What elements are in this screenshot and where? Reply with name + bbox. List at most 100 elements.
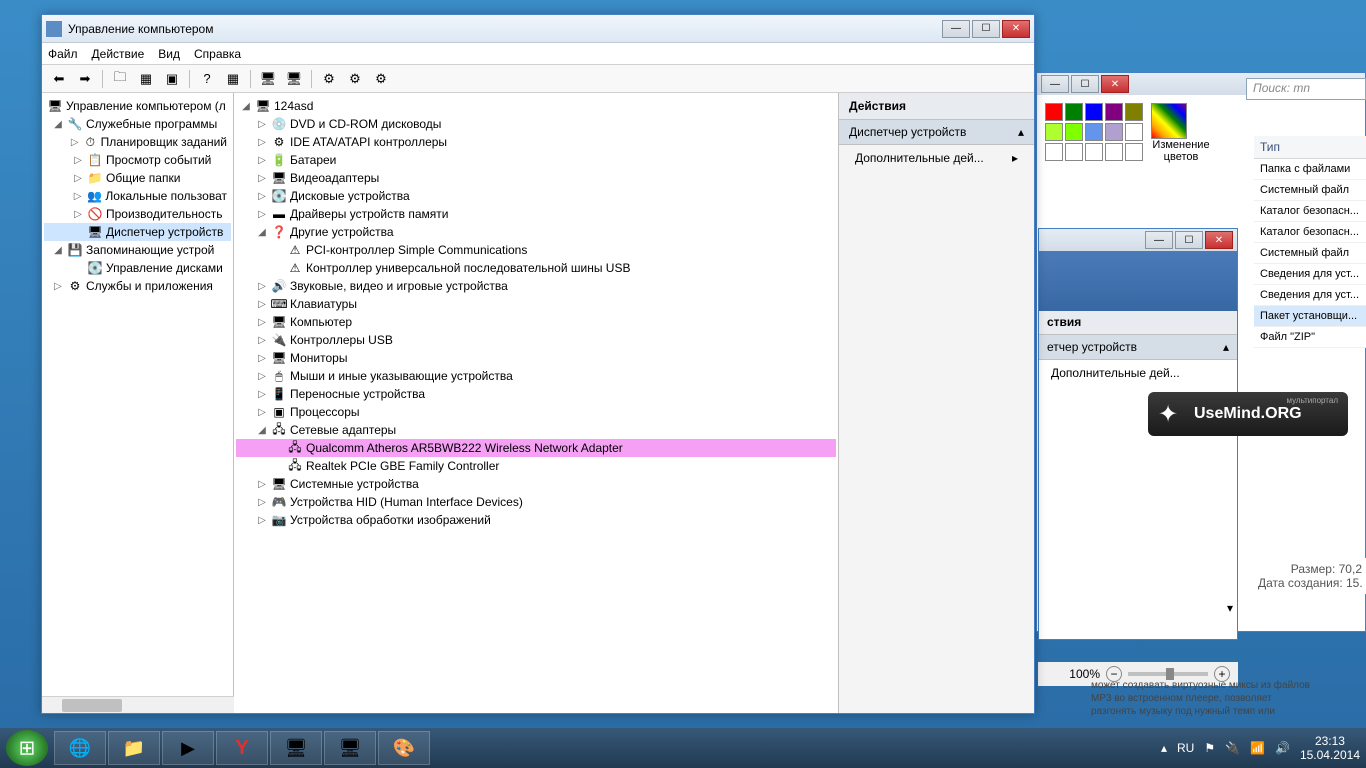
forward-button[interactable]: ➡ [74, 68, 96, 90]
expand-icon[interactable]: ▷ [256, 173, 268, 184]
help-button[interactable]: ? [196, 68, 218, 90]
color-swatch[interactable] [1085, 123, 1103, 141]
expand-icon[interactable]: ▷ [256, 479, 268, 490]
power-icon[interactable]: 🔌 [1225, 741, 1240, 755]
action-center-icon[interactable]: ⚑ [1204, 741, 1215, 755]
color-swatch[interactable] [1085, 103, 1103, 121]
expand-icon[interactable]: ▷ [256, 407, 268, 418]
task-explorer[interactable]: 📁 [108, 731, 160, 765]
device-category[interactable]: ▷⚙IDE ATA/ATAPI контроллеры [236, 133, 836, 151]
color-swatch[interactable] [1125, 123, 1143, 141]
list-item[interactable]: Системный файл [1254, 243, 1366, 264]
actions-device-manager[interactable]: Диспетчер устройств ▴ [839, 120, 1034, 145]
color-swatch[interactable] [1085, 143, 1103, 161]
scan-button[interactable]: 🖥 [257, 68, 279, 90]
color-swatch[interactable] [1105, 143, 1123, 161]
device-item[interactable]: ⚠Контроллер универсальной последовательн… [236, 259, 836, 277]
device-root[interactable]: ◢🖥124asd [236, 97, 836, 115]
tree-root[interactable]: 🖥Управление компьютером (л [44, 97, 231, 115]
expand-icon[interactable]: ▷ [256, 281, 268, 292]
expand-icon[interactable]: ▷ [256, 353, 268, 364]
device-category[interactable]: ▷⌨Клавиатуры [236, 295, 836, 313]
network-tray-icon[interactable]: 📶 [1250, 741, 1265, 755]
collapse-icon[interactable]: ◢ [52, 119, 64, 130]
minimize-button[interactable]: — [1145, 231, 1173, 249]
search-input[interactable]: Поиск: mn [1246, 78, 1366, 100]
tree-apps[interactable]: ▷⚙Службы и приложения [44, 277, 231, 295]
collapse-icon[interactable]: ◢ [52, 245, 64, 256]
properties-button[interactable]: ▣ [161, 68, 183, 90]
chevron-down-icon[interactable]: ▾ [1227, 601, 1233, 615]
device-category[interactable]: ▷🖱Мыши и иные указывающие устройства [236, 367, 836, 385]
bg2-more-actions[interactable]: Дополнительные дей... [1039, 360, 1237, 386]
titlebar[interactable]: Управление компьютером — ☐ ✕ [42, 15, 1034, 43]
close-button[interactable]: ✕ [1002, 20, 1030, 38]
expand-icon[interactable]: ▷ [69, 137, 80, 148]
menu-file[interactable]: Файл [48, 47, 78, 61]
device-category[interactable]: ▷🔋Батареи [236, 151, 836, 169]
list-item[interactable]: Каталог безопасн... [1254, 201, 1366, 222]
close-button[interactable]: ✕ [1101, 75, 1129, 93]
edit-colors-button[interactable]: Изменение цветов [1151, 103, 1211, 163]
device-category-other[interactable]: ◢❓Другие устройства [236, 223, 836, 241]
color-swatch[interactable] [1065, 143, 1083, 161]
device-category[interactable]: ▷🖥Видеоадаптеры [236, 169, 836, 187]
color-swatch[interactable] [1045, 123, 1063, 141]
tree-item[interactable]: ▷📋Просмотр событий [44, 151, 231, 169]
menu-help[interactable]: Справка [194, 47, 241, 61]
color-swatch[interactable] [1045, 103, 1063, 121]
device-category[interactable]: ▷🔌Контроллеры USB [236, 331, 836, 349]
expand-icon[interactable]: ▷ [72, 173, 84, 184]
start-button[interactable] [6, 730, 48, 766]
expand-icon[interactable]: ▷ [256, 155, 268, 166]
horizontal-scrollbar[interactable] [42, 696, 234, 713]
expand-icon[interactable]: ▷ [256, 497, 268, 508]
expand-icon[interactable]: ▷ [256, 371, 268, 382]
device-category[interactable]: ▷🖥Мониторы [236, 349, 836, 367]
menu-view[interactable]: Вид [158, 47, 180, 61]
device-category[interactable]: ▷▬Драйверы устройств памяти [236, 205, 836, 223]
device-category[interactable]: ▷💽Дисковые устройства [236, 187, 836, 205]
task-yandex[interactable]: Y [216, 731, 268, 765]
expand-icon[interactable]: ▷ [256, 209, 268, 220]
device-category-network[interactable]: ◢🖧Сетевые адаптеры [236, 421, 836, 439]
tree-item[interactable]: 💽Управление дисками [44, 259, 231, 277]
device-category[interactable]: ▷📱Переносные устройства [236, 385, 836, 403]
up-button[interactable]: 🗀 [109, 68, 131, 90]
tool-button[interactable]: ⚙ [318, 68, 340, 90]
color-swatch[interactable] [1105, 103, 1123, 121]
refresh-button[interactable]: ▦ [222, 68, 244, 90]
color-swatch[interactable] [1045, 143, 1063, 161]
language-indicator[interactable]: RU [1177, 741, 1194, 755]
minimize-button[interactable]: — [942, 20, 970, 38]
device-category[interactable]: ▷🖥Системные устройства [236, 475, 836, 493]
expand-icon[interactable]: ▷ [256, 191, 268, 202]
list-item[interactable]: Папка с файлами [1254, 159, 1366, 180]
device-qualcomm-adapter[interactable]: 🖧Qualcomm Atheros AR5BWB222 Wireless Net… [236, 439, 836, 457]
list-item[interactable]: Сведения для уст... [1254, 285, 1366, 306]
tree-item[interactable]: ▷👥Локальные пользоват [44, 187, 231, 205]
more-actions-button[interactable]: Дополнительные дей... ▸ [839, 145, 1034, 171]
tree-services[interactable]: ◢🔧Служебные программы [44, 115, 231, 133]
palette-grid[interactable] [1045, 103, 1143, 161]
expand-icon[interactable]: ▷ [72, 209, 84, 220]
maximize-button[interactable]: ☐ [972, 20, 1000, 38]
list-item[interactable]: Файл "ZIP" [1254, 327, 1366, 348]
expand-icon[interactable]: ▷ [256, 317, 268, 328]
back-button[interactable]: ⬅ [48, 68, 70, 90]
tree-storage[interactable]: ◢💾Запоминающие устрой [44, 241, 231, 259]
device-realtek-adapter[interactable]: 🖧Realtek PCIe GBE Family Controller [236, 457, 836, 475]
tool-button[interactable]: ⚙ [344, 68, 366, 90]
list-item[interactable]: Сведения для уст... [1254, 264, 1366, 285]
bg2-dispatcher[interactable]: етчер устройств▴ [1039, 335, 1237, 360]
task-mmc[interactable]: 🖥 [270, 731, 322, 765]
task-ie[interactable]: 🌐 [54, 731, 106, 765]
zoom-slider[interactable] [1128, 672, 1208, 676]
list-item[interactable]: Пакет установщи... [1254, 306, 1366, 327]
expand-icon[interactable]: ▷ [256, 299, 268, 310]
expand-icon[interactable]: ▷ [256, 335, 268, 346]
device-category[interactable]: ▷🎮Устройства HID (Human Interface Device… [236, 493, 836, 511]
tool-button[interactable]: ⚙ [370, 68, 392, 90]
expand-icon[interactable]: ▷ [256, 515, 268, 526]
add-button[interactable]: 🖥 [283, 68, 305, 90]
